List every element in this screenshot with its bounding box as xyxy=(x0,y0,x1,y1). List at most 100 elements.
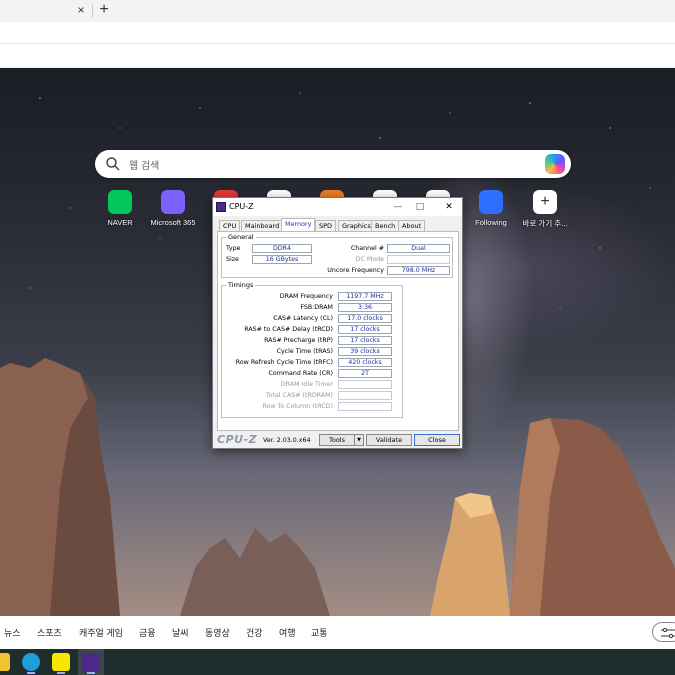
quick-link[interactable]: + 바로 가기 추... xyxy=(515,190,575,229)
taskbar-running-indicator xyxy=(27,672,35,674)
news-category-item[interactable]: 뉴스 xyxy=(4,626,21,639)
news-category-item[interactable]: 건강 xyxy=(246,626,263,639)
tab-about[interactable]: About xyxy=(398,220,426,231)
minimize-button[interactable]: — xyxy=(391,200,405,214)
taskbar-running-indicator xyxy=(87,672,95,674)
timing-label: Total CAS# (tRDRAM) xyxy=(265,392,333,399)
timings-group-title: Timings xyxy=(226,281,256,289)
timing-label: DRAM Idle Timer xyxy=(280,381,333,388)
tab-separator xyxy=(92,4,93,18)
browser-tab-strip: × + xyxy=(0,0,675,22)
timing-value: 39 clocks xyxy=(338,347,392,356)
quick-link[interactable]: Microsoft 365 xyxy=(143,190,203,227)
timing-value: 1197.7 MHz xyxy=(338,292,392,301)
cpuz-titlebar[interactable]: CPU-Z — □ ✕ xyxy=(213,198,462,216)
timing-value xyxy=(338,380,392,389)
timing-value: 17 clocks xyxy=(338,325,392,334)
news-category-item[interactable]: 날씨 xyxy=(172,626,189,639)
timing-value: 3:36 xyxy=(338,303,392,312)
size-label: Size xyxy=(226,256,239,263)
timing-value: 420 clocks xyxy=(338,358,392,367)
timing-value xyxy=(338,391,392,400)
favorites-bar xyxy=(0,44,675,68)
channel-label: Channel # xyxy=(350,245,384,252)
timing-label: DRAM Frequency xyxy=(279,293,333,300)
dc-mode-value xyxy=(387,255,450,264)
close-button[interactable]: Close xyxy=(414,434,460,446)
timings-group: Timings DRAM Frequency 1197.7 MHz FSB:DRAM… xyxy=(221,281,403,418)
search-placeholder: 웹 검색 xyxy=(129,161,160,172)
window-title: CPU-Z xyxy=(229,202,254,211)
quick-link-label: NAVER xyxy=(107,218,133,227)
following-icon xyxy=(479,190,503,214)
windows-start-icon[interactable] xyxy=(0,653,10,671)
timing-label: Row To Column (tRCD) xyxy=(262,403,333,410)
naver-icon xyxy=(108,190,132,214)
uncore-frequency-label: Uncore Frequency xyxy=(327,267,384,274)
quick-link[interactable]: NAVER xyxy=(90,190,150,227)
tab-spd[interactable]: SPD xyxy=(315,220,337,231)
tab-graphics[interactable]: Graphics xyxy=(338,220,375,231)
sliders-icon xyxy=(661,627,675,639)
cpuz-app-icon xyxy=(216,202,226,212)
maximize-button[interactable]: □ xyxy=(413,200,427,214)
timing-label: Cycle Time (tRAS) xyxy=(276,348,333,355)
windows-taskbar xyxy=(0,649,675,675)
type-label: Type xyxy=(226,245,241,252)
m365-icon xyxy=(161,190,185,214)
version-text: Ver. 2.03.0.x64 xyxy=(263,437,311,444)
new-tab-button[interactable]: + xyxy=(96,1,112,19)
timing-value: 17 clocks xyxy=(338,336,392,345)
plus-icon: + xyxy=(533,190,557,214)
type-value: DDR4 xyxy=(252,244,312,253)
news-category-item[interactable]: 동영상 xyxy=(205,626,230,639)
tab-bench[interactable]: Bench xyxy=(371,220,400,231)
news-category-item[interactable]: 금융 xyxy=(139,626,156,639)
quick-link-label: Following xyxy=(475,218,507,227)
dc-mode-label: DC Mode xyxy=(355,256,384,263)
general-group: General Type DDR4 Size 16 GBytes Channel… xyxy=(221,233,453,278)
edge-icon[interactable] xyxy=(22,653,40,671)
copilot-icon[interactable] xyxy=(545,154,565,174)
timing-label: Row Refresh Cycle Time (tRFC) xyxy=(235,359,333,366)
timing-label: FSB:DRAM xyxy=(300,304,333,311)
size-value: 16 GBytes xyxy=(252,255,312,264)
news-category-item[interactable]: 캐주얼 게임 xyxy=(79,626,123,639)
cpuz-footer: CPU-Z Ver. 2.03.0.x64 Tools ▼ Validate C… xyxy=(213,432,462,448)
taskbar-running-indicator xyxy=(57,672,65,674)
cpuz-logo: CPU-Z xyxy=(217,433,258,446)
close-window-button[interactable]: ✕ xyxy=(442,200,456,214)
channel-value: Dual xyxy=(387,244,450,253)
filter-settings-button[interactable] xyxy=(652,622,675,642)
kakaotalk-icon[interactable] xyxy=(52,653,70,671)
timing-label: Command Rate (CR) xyxy=(268,370,334,377)
quick-link-label: Microsoft 365 xyxy=(150,218,196,227)
quick-link-label: 바로 가기 추... xyxy=(522,219,568,228)
timing-value: 17.0 clocks xyxy=(338,314,392,323)
tab-memory[interactable]: Memory xyxy=(281,218,316,231)
cpuz-window: CPU-Z — □ ✕ CPU Mainboard Memory SPD Gra… xyxy=(212,197,463,449)
news-category-item[interactable]: 스포츠 xyxy=(37,626,62,639)
tab-cpu[interactable]: CPU xyxy=(219,220,241,231)
timing-value: 2T xyxy=(338,369,392,378)
search-icon xyxy=(106,157,120,171)
uncore-frequency-value: 798.0 MHz xyxy=(387,266,450,275)
news-category-bar: 뉴스 스포츠 캐주얼 게임 금융 날씨 동영상 건강 여행 교통 xyxy=(0,616,675,649)
memory-panel: General Type DDR4 Size 16 GBytes Channel… xyxy=(217,231,459,431)
browser-toolbar xyxy=(0,22,675,44)
quick-link[interactable]: Following xyxy=(461,190,521,227)
tab-mainboard[interactable]: Mainboard xyxy=(241,220,284,231)
news-category-item[interactable]: 여행 xyxy=(279,626,296,639)
tools-button[interactable]: Tools xyxy=(319,434,355,446)
cpuz-icon[interactable] xyxy=(82,653,100,671)
tools-dropdown-arrow[interactable]: ▼ xyxy=(354,434,364,446)
timing-value xyxy=(338,402,392,411)
tab-close-icon[interactable]: × xyxy=(74,3,88,17)
timing-label: CAS# Latency (CL) xyxy=(273,315,333,322)
cpuz-tabs: CPU Mainboard Memory SPD Graphics Bench … xyxy=(217,218,457,231)
web-search-box[interactable]: 웹 검색 xyxy=(95,150,571,178)
news-category-item[interactable]: 교통 xyxy=(311,626,328,639)
validate-button[interactable]: Validate xyxy=(366,434,412,446)
general-group-title: General xyxy=(226,233,256,241)
timing-label: RAS# Precharge (tRP) xyxy=(264,337,333,344)
